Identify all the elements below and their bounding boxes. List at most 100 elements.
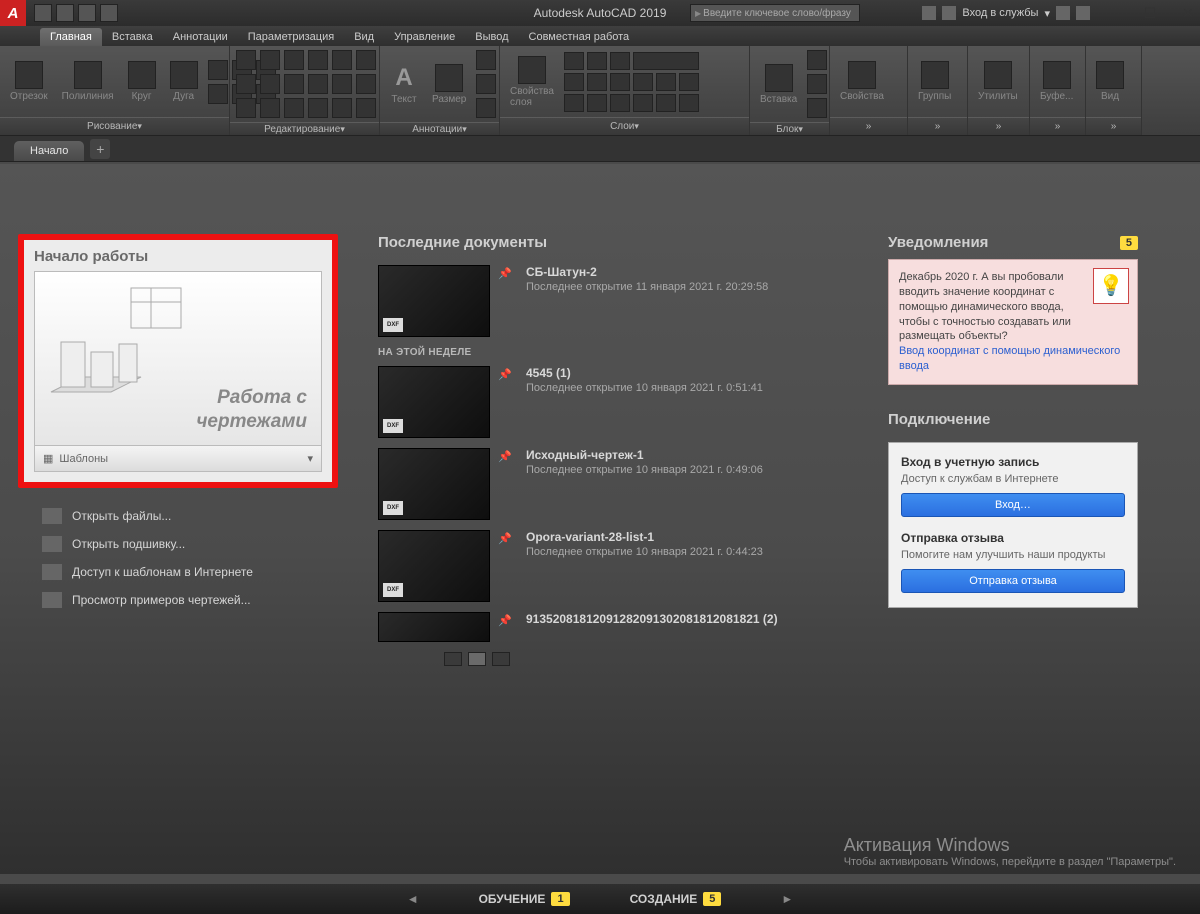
layer-props-button[interactable]: Свойства слоя — [506, 56, 558, 108]
recent-doc-item[interactable]: DXF 📌 Opora-variant-28-list-1Последнее о… — [378, 530, 848, 602]
view-button[interactable]: Вид — [1092, 61, 1128, 102]
panel-title-edit[interactable]: Редактирование — [230, 122, 379, 135]
block-tool-icon[interactable] — [807, 98, 827, 118]
dimension-button[interactable]: Размер — [428, 64, 470, 105]
chevron-right-icon[interactable]: ► — [781, 892, 793, 906]
anno-tool-icon[interactable] — [476, 98, 496, 118]
edit-tool-icon[interactable] — [308, 50, 328, 70]
cart-icon[interactable] — [1056, 6, 1070, 20]
layer-tool-icon[interactable] — [656, 73, 676, 91]
text-button[interactable]: AТекст — [386, 64, 422, 105]
signin-button[interactable]: Вход… — [901, 493, 1125, 517]
help-icon[interactable] — [1076, 6, 1090, 20]
online-templates-link[interactable]: Доступ к шаблонам в Интернете — [42, 564, 338, 580]
edit-tool-icon[interactable] — [284, 50, 304, 70]
edit-tool-icon[interactable] — [332, 74, 352, 94]
pin-icon[interactable]: 📌 — [498, 368, 514, 380]
recent-doc-item[interactable]: 📌 91352081812091282091302081812081821 (2… — [378, 612, 848, 642]
panel-title-draw[interactable]: Рисование — [0, 117, 229, 135]
open-files-link[interactable]: Открыть файлы... — [42, 508, 338, 524]
block-tool-icon[interactable] — [807, 74, 827, 94]
draw-tool-icon[interactable] — [208, 60, 228, 80]
app-logo[interactable]: A — [0, 0, 26, 26]
circle-button[interactable]: Круг — [124, 61, 160, 102]
layer-tool-icon[interactable] — [587, 52, 607, 70]
pin-icon[interactable]: 📌 — [498, 614, 514, 626]
groups-button[interactable]: Группы — [914, 61, 955, 102]
layer-tool-icon[interactable] — [610, 94, 630, 112]
view-list-icon[interactable] — [444, 652, 462, 666]
edit-tool-icon[interactable] — [356, 50, 376, 70]
edit-tool-icon[interactable] — [236, 50, 256, 70]
panel-title-groups[interactable]: » — [908, 117, 967, 135]
layer-dropdown[interactable] — [633, 52, 699, 70]
properties-button[interactable]: Свойства — [836, 61, 888, 102]
edit-tool-icon[interactable] — [260, 98, 280, 118]
edit-tool-icon[interactable] — [284, 74, 304, 94]
panel-title-view[interactable]: » — [1086, 117, 1141, 135]
utilities-button[interactable]: Утилиты — [974, 61, 1022, 102]
layer-tool-icon[interactable] — [633, 94, 653, 112]
add-tab-button[interactable]: + — [90, 139, 110, 159]
qat-saveas-icon[interactable] — [100, 4, 118, 22]
pin-icon[interactable]: 📌 — [498, 450, 514, 462]
recent-doc-item[interactable]: DXF 📌 Исходный-чертеж-1Последнее открыти… — [378, 448, 848, 520]
panel-title-buffer[interactable]: » — [1030, 117, 1085, 135]
layer-tool-icon[interactable] — [679, 73, 699, 91]
tab-collab[interactable]: Совместная работа — [519, 28, 640, 46]
edit-tool-icon[interactable] — [332, 98, 352, 118]
edit-tool-icon[interactable] — [356, 74, 376, 94]
chevron-left-icon[interactable]: ◄ — [407, 892, 419, 906]
edit-tool-icon[interactable] — [308, 98, 328, 118]
layer-tool-icon[interactable] — [587, 94, 607, 112]
start-drawing-card[interactable]: Работа с чертежами — [34, 271, 322, 446]
anno-tool-icon[interactable] — [476, 50, 496, 70]
bottom-learn[interactable]: ОБУЧЕНИЕ1 — [479, 892, 570, 906]
anno-tool-icon[interactable] — [476, 74, 496, 94]
polyline-button[interactable]: Полилиния — [58, 61, 118, 102]
pin-icon[interactable]: 📌 — [498, 267, 514, 279]
minimize-button[interactable]: — — [1104, 5, 1120, 21]
open-sheetset-link[interactable]: Открыть подшивку... — [42, 536, 338, 552]
layer-tool-icon[interactable] — [633, 73, 653, 91]
panel-title-block[interactable]: Блок — [750, 122, 829, 135]
draw-tool-icon[interactable] — [208, 84, 228, 104]
layer-tool-icon[interactable] — [564, 52, 584, 70]
layer-tool-icon[interactable] — [587, 73, 607, 91]
panel-title-props[interactable]: » — [830, 117, 907, 135]
layer-tool-icon[interactable] — [610, 73, 630, 91]
exchange-icon[interactable] — [922, 6, 936, 20]
qat-open-icon[interactable] — [56, 4, 74, 22]
maximize-button[interactable]: ☐ — [1142, 5, 1158, 21]
panel-title-anno[interactable]: Аннотации — [380, 122, 499, 135]
recent-doc-item[interactable]: DXF 📌 СБ-Шатун-2Последнее открытие 11 ян… — [378, 265, 848, 337]
edit-tool-icon[interactable] — [332, 50, 352, 70]
edit-tool-icon[interactable] — [308, 74, 328, 94]
layer-tool-icon[interactable] — [610, 52, 630, 70]
block-insert-button[interactable]: Вставка — [756, 64, 801, 105]
edit-tool-icon[interactable] — [356, 98, 376, 118]
edit-tool-icon[interactable] — [284, 98, 304, 118]
tab-manage[interactable]: Управление — [384, 28, 465, 46]
signin-area[interactable]: Вход в службы▾ — [922, 6, 1090, 20]
layer-tool-icon[interactable] — [564, 94, 584, 112]
arc-button[interactable]: Дуга — [166, 61, 202, 102]
tab-home[interactable]: Главная — [40, 28, 102, 46]
edit-tool-icon[interactable] — [236, 98, 256, 118]
block-tool-icon[interactable] — [807, 50, 827, 70]
tab-view[interactable]: Вид — [344, 28, 384, 46]
sample-drawings-link[interactable]: Просмотр примеров чертежей... — [42, 592, 338, 608]
feedback-button[interactable]: Отправка отзыва — [901, 569, 1125, 593]
qat-save-icon[interactable] — [78, 4, 96, 22]
panel-title-utils[interactable]: » — [968, 117, 1029, 135]
tab-output[interactable]: Вывод — [465, 28, 518, 46]
view-grid-icon[interactable] — [468, 652, 486, 666]
tab-annotate[interactable]: Аннотации — [163, 28, 238, 46]
panel-title-layers[interactable]: Слои — [500, 117, 749, 135]
edit-tool-icon[interactable] — [260, 50, 280, 70]
recent-doc-item[interactable]: DXF 📌 4545 (1)Последнее открытие 10 янва… — [378, 366, 848, 438]
view-large-icon[interactable] — [492, 652, 510, 666]
layer-tool-icon[interactable] — [656, 94, 676, 112]
layer-tool-icon[interactable] — [679, 94, 699, 112]
templates-dropdown[interactable]: ▦Шаблоны ▾ — [34, 446, 322, 472]
